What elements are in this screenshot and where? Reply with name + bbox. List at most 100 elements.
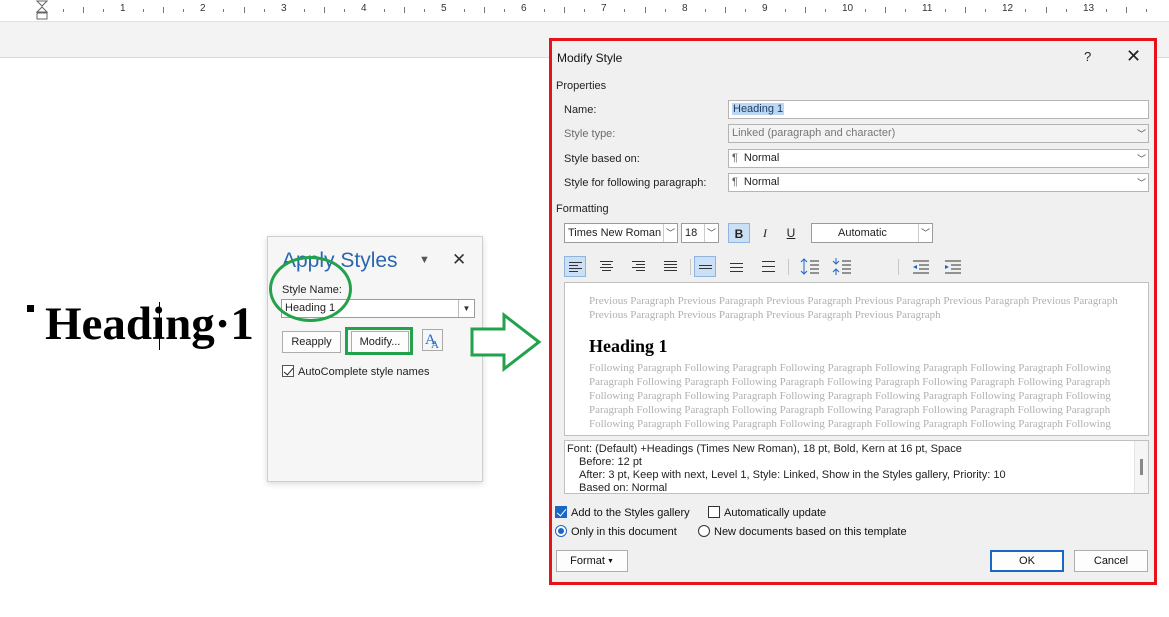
ruler-tick xyxy=(584,9,585,12)
font-select[interactable]: Times New Roman ﹀ xyxy=(564,223,678,243)
auto-update-label: Automatically update xyxy=(724,507,827,519)
align-left-icon[interactable] xyxy=(564,256,586,277)
dialog-title: Modify Style xyxy=(557,51,623,65)
ruler-tick xyxy=(965,7,966,13)
ruler-tick xyxy=(103,9,104,12)
modify-style-dialog: Modify Style ? ✕ Properties Name: Headin… xyxy=(549,38,1157,585)
ruler-tick xyxy=(1126,7,1127,13)
ruler-tick xyxy=(304,9,305,12)
autocomplete-option[interactable]: AutoComplete style names xyxy=(282,365,429,378)
ruler-number: 9 xyxy=(762,3,768,14)
chevron-down-icon[interactable]: ﹀ xyxy=(704,224,718,242)
autocomplete-label: AutoComplete style names xyxy=(298,366,430,378)
justify-icon[interactable] xyxy=(660,256,682,277)
ruler-tick xyxy=(344,9,345,12)
autocomplete-checkbox[interactable] xyxy=(282,365,294,377)
ruler-number: 1 xyxy=(120,3,126,14)
description-line: After: 3 pt, Keep with next, Level 1, St… xyxy=(579,469,1006,481)
increase-indent-icon[interactable] xyxy=(942,256,964,277)
italic-button[interactable]: I xyxy=(754,223,776,243)
properties-section-label: Properties xyxy=(556,80,607,92)
paragraph-toolbar xyxy=(564,256,1144,278)
ruler-tick xyxy=(484,7,485,13)
bold-button[interactable]: B xyxy=(728,223,750,243)
ruler-tick xyxy=(223,9,224,12)
one-and-half-spacing-icon[interactable] xyxy=(726,256,748,277)
styles-pane-button[interactable]: A A xyxy=(422,329,443,351)
format-label: Format xyxy=(570,555,605,567)
ruler-tick xyxy=(885,7,886,13)
ruler-number: 10 xyxy=(842,3,854,14)
pane-options-chevron-icon[interactable]: ▼ xyxy=(419,254,430,266)
ok-button[interactable]: OK xyxy=(990,550,1064,572)
ruler-tick xyxy=(745,9,746,12)
add-to-gallery-checkbox[interactable] xyxy=(555,506,567,518)
align-right-icon[interactable] xyxy=(628,256,650,277)
ruler-tick xyxy=(985,9,986,12)
cancel-button[interactable]: Cancel xyxy=(1074,550,1148,572)
auto-update-option[interactable]: Automatically update xyxy=(708,506,826,519)
ruler-tick xyxy=(825,9,826,12)
ruler-tick xyxy=(705,9,706,12)
name-value[interactable]: Heading 1 xyxy=(732,103,785,115)
ruler-tick xyxy=(504,9,505,12)
horizontal-ruler[interactable]: 1 2 3 4 5 6 7 8 9 10 11 12 13 xyxy=(0,0,1169,22)
font-size-value: 18 xyxy=(685,227,698,239)
font-size-select[interactable]: 18 ﹀ xyxy=(681,223,719,243)
scrollbar-thumb[interactable] xyxy=(1140,459,1143,475)
ruler-number: 7 xyxy=(601,3,607,14)
ruler-number: 4 xyxy=(361,3,367,14)
font-color-value: Automatic xyxy=(838,227,887,239)
name-field[interactable]: Heading 1 xyxy=(728,100,1149,119)
ruler-tick xyxy=(1066,9,1067,12)
chevron-down-icon[interactable]: ﹀ xyxy=(1137,176,1146,189)
ruler-tick xyxy=(1146,9,1147,12)
double-spacing-icon[interactable] xyxy=(758,256,780,277)
new-documents-radio[interactable] xyxy=(698,525,710,537)
add-to-gallery-option[interactable]: Add to the Styles gallery xyxy=(555,506,690,519)
chevron-down-icon[interactable]: ﹀ xyxy=(918,224,932,242)
reapply-button[interactable]: Reapply xyxy=(282,331,341,353)
chevron-down-icon[interactable]: ﹀ xyxy=(663,224,677,242)
description-line: Before: 12 pt xyxy=(579,456,642,468)
decrease-indent-icon[interactable] xyxy=(910,256,932,277)
align-center-icon[interactable] xyxy=(596,256,618,277)
new-documents-option[interactable]: New documents based on this template xyxy=(698,525,907,538)
description-scrollbar[interactable] xyxy=(1134,441,1148,493)
ruler-tick xyxy=(264,9,265,12)
auto-update-checkbox[interactable] xyxy=(708,506,720,518)
style-type-select[interactable]: Linked (paragraph and character) ﹀ xyxy=(728,124,1149,143)
ruler-tick xyxy=(324,7,325,13)
help-icon[interactable]: ? xyxy=(1084,49,1091,64)
ruler-tick xyxy=(645,7,646,13)
preview-heading: Heading 1 xyxy=(589,336,668,356)
close-icon[interactable]: ✕ xyxy=(452,250,466,270)
decrease-paragraph-spacing-icon[interactable] xyxy=(832,256,854,277)
ruler-tick xyxy=(865,9,866,12)
ruler-tick xyxy=(624,9,625,12)
ruler-tick xyxy=(464,9,465,12)
right-arrow-icon xyxy=(470,312,542,372)
close-icon[interactable]: ✕ xyxy=(1126,46,1141,67)
font-value: Times New Roman xyxy=(568,227,662,239)
indent-marker-icon[interactable] xyxy=(36,0,48,22)
document-heading[interactable]: Heading·1 xyxy=(45,296,254,352)
chevron-down-icon[interactable]: ﹀ xyxy=(1137,127,1146,140)
underline-button[interactable]: U xyxy=(780,223,802,243)
increase-paragraph-spacing-icon[interactable] xyxy=(800,256,822,277)
format-button[interactable]: Format ▼ xyxy=(556,550,628,572)
based-on-select[interactable]: ¶ Normal ﹀ xyxy=(728,149,1149,168)
ruler-tick xyxy=(564,7,565,13)
styles-a-icon: A A xyxy=(425,332,439,351)
preview-following-paragraph: Following Paragraph Following Paragraph … xyxy=(589,362,1111,430)
ruler-number: 13 xyxy=(1083,3,1095,14)
chevron-down-icon[interactable]: ﹀ xyxy=(1137,152,1146,165)
ruler-tick xyxy=(1046,7,1047,13)
only-this-document-radio[interactable] xyxy=(555,525,567,537)
font-color-select[interactable]: Automatic ﹀ xyxy=(811,223,933,243)
following-paragraph-select[interactable]: ¶ Normal ﹀ xyxy=(728,173,1149,192)
ruler-tick xyxy=(384,9,385,12)
single-spacing-icon[interactable] xyxy=(694,256,716,277)
only-this-document-option[interactable]: Only in this document xyxy=(555,525,677,538)
preview-previous-paragraph: Previous Paragraph Previous Paragraph Pr… xyxy=(589,295,1118,321)
